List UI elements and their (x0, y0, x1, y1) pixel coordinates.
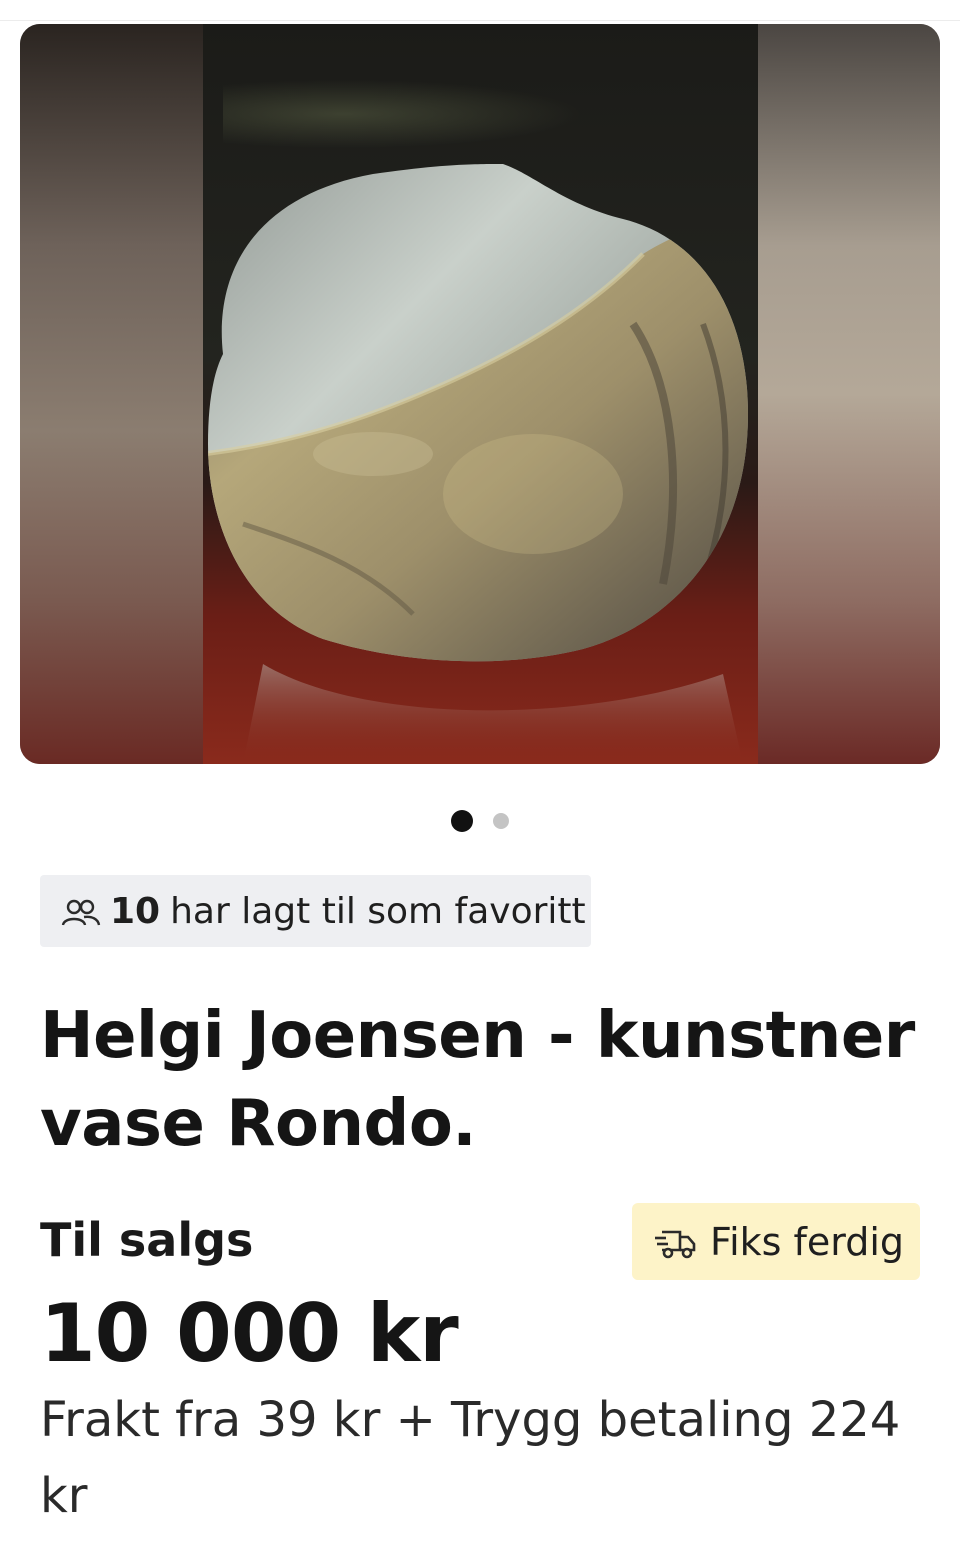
pager-dot-active[interactable] (451, 810, 473, 832)
fiks-ferdig-badge[interactable]: Fiks ferdig (632, 1203, 920, 1280)
table-reflection (243, 664, 743, 764)
product-photo[interactable] (203, 24, 758, 764)
favorites-count: 10 (110, 890, 161, 932)
favorites-text: har lagt til som favoritt (170, 890, 586, 932)
image-pager (0, 809, 960, 833)
listing-price: 10 000 kr (40, 1287, 459, 1380)
listing-page: 10 har lagt til som favoritt Helgi Joens… (0, 0, 960, 1556)
people-icon (60, 896, 102, 926)
gallery-blur-right (755, 24, 940, 764)
shipping-info: Frakt fra 39 kr + Trygg betaling 224 kr (40, 1392, 901, 1524)
delivery-truck-icon (654, 1225, 698, 1259)
vase-illustration (208, 164, 748, 764)
pager-dot-inactive[interactable] (493, 813, 509, 829)
favorites-chip: 10 har lagt til som favoritt (40, 875, 591, 947)
fiks-ferdig-label: Fiks ferdig (710, 1219, 905, 1264)
vase-body (208, 164, 748, 662)
top-divider (0, 20, 960, 21)
listing-status: Til salgs (40, 1213, 254, 1267)
gallery-blur-left (20, 24, 205, 764)
image-gallery[interactable] (20, 24, 940, 764)
listing-title: Helgi Joensen - kunstner vase Rondo. (40, 999, 915, 1161)
